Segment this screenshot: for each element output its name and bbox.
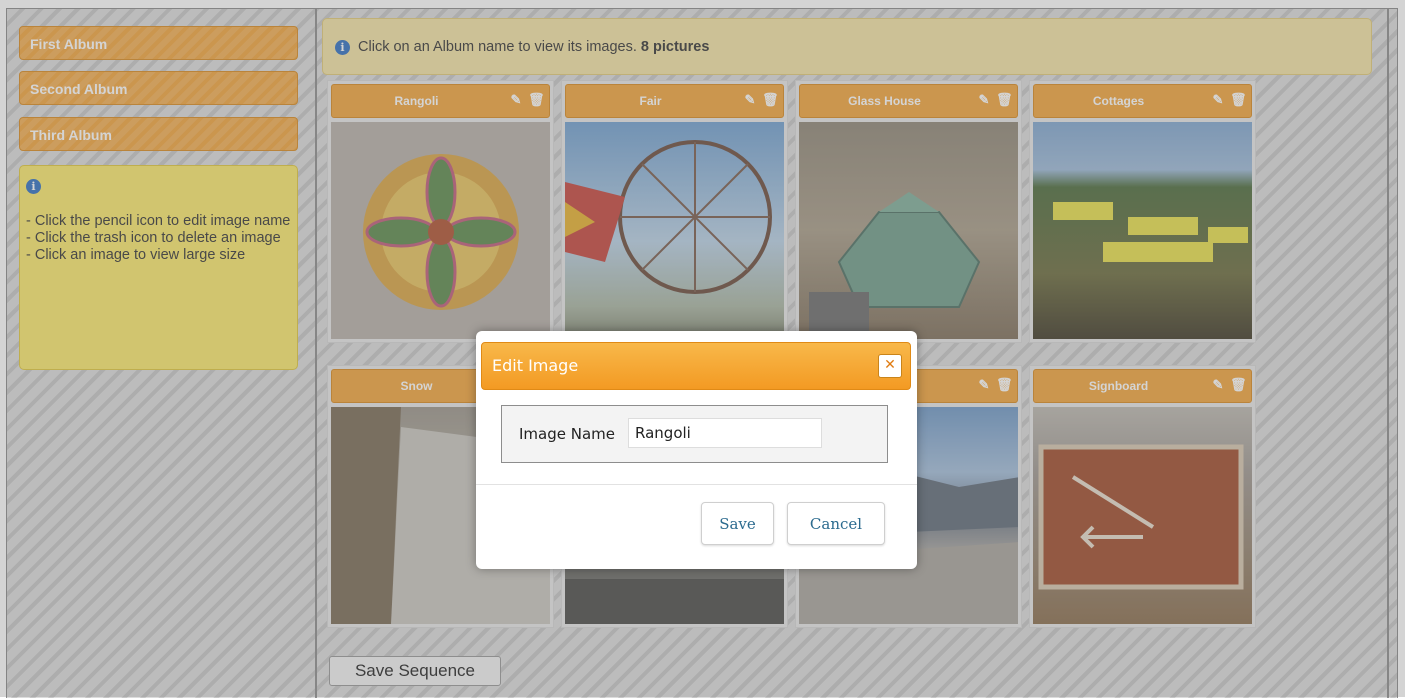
edit-image-dialog: Edit Image ✕ Image Name Save Cancel — [476, 331, 917, 569]
image-name-label: Image Name — [519, 425, 615, 443]
image-name-input[interactable] — [628, 418, 822, 448]
dialog-title: Edit Image — [492, 356, 579, 375]
save-button[interactable]: Save — [701, 502, 774, 545]
close-icon[interactable]: ✕ — [878, 354, 902, 378]
image-name-fieldset: Image Name — [501, 405, 888, 463]
cancel-button[interactable]: Cancel — [787, 502, 885, 545]
dialog-separator — [476, 484, 917, 485]
dialog-titlebar: Edit Image ✕ — [481, 342, 911, 390]
